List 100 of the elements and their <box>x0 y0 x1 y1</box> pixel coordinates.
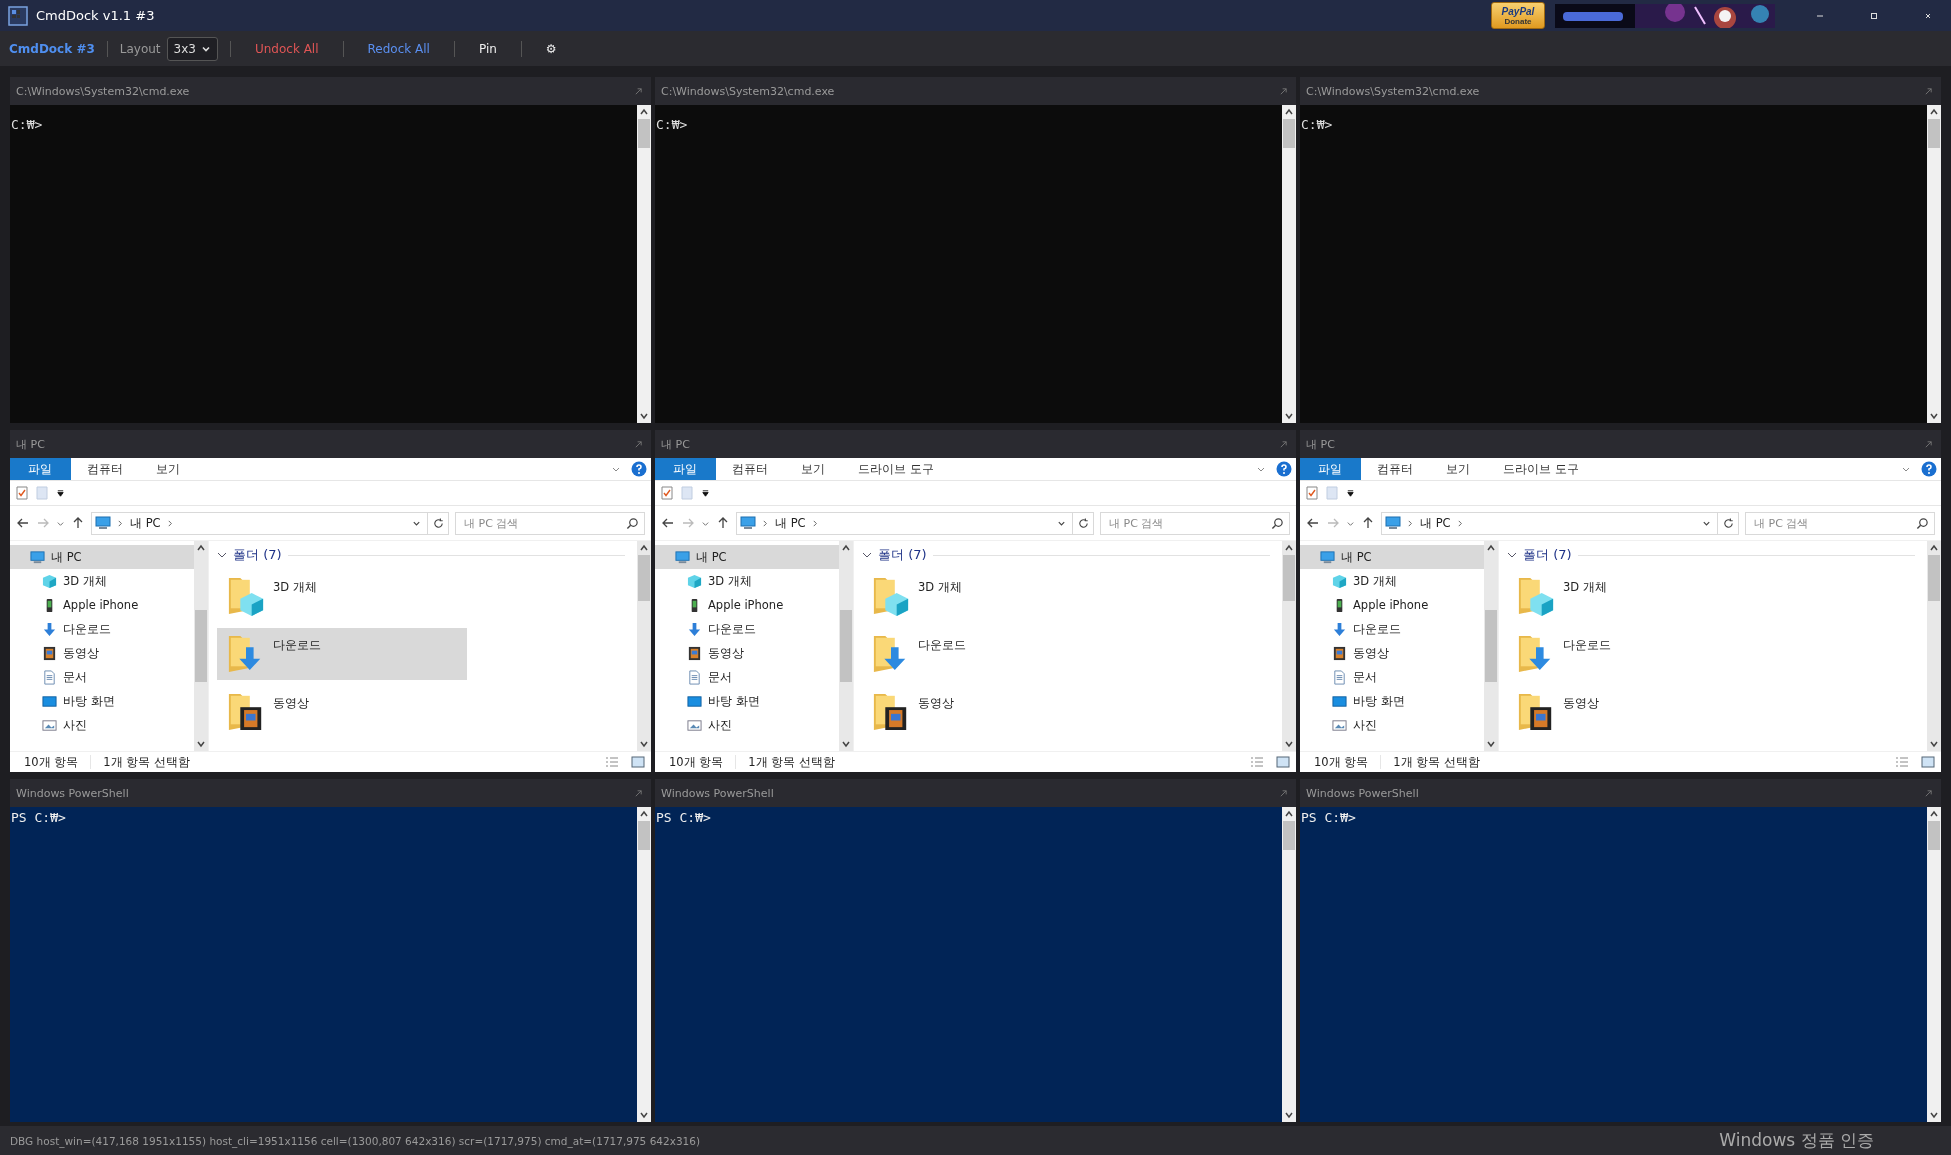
scrollbar[interactable] <box>1927 105 1941 423</box>
scrollbar-thumb[interactable] <box>1928 821 1940 850</box>
nav-tree-item[interactable]: 다운로드 <box>10 617 194 641</box>
ribbon-tab[interactable]: 드라이브 도구 <box>842 458 951 480</box>
up-arrow-icon[interactable] <box>71 516 85 530</box>
undock-arrow-icon[interactable] <box>1279 439 1288 449</box>
folder-item[interactable]: 동영상 <box>862 686 1112 738</box>
back-arrow-icon[interactable] <box>661 516 675 530</box>
address-bar[interactable]: 내 PC <box>1381 511 1739 535</box>
ribbon-tab[interactable]: 파일 <box>10 458 71 480</box>
address-bar[interactable]: 내 PC <box>736 511 1094 535</box>
scrollbar[interactable] <box>1282 807 1296 1122</box>
large-icons-view-icon[interactable] <box>1276 756 1290 768</box>
path-segment[interactable]: 내 PC <box>1420 515 1451 531</box>
nav-tree-item[interactable]: 다운로드 <box>1300 617 1484 641</box>
toolbar-button[interactable]: Redock All <box>355 37 442 60</box>
nav-tree-item[interactable]: 내 PC <box>1300 545 1484 569</box>
scrollbar-thumb[interactable] <box>195 609 207 683</box>
path-segment[interactable]: 내 PC <box>130 515 161 531</box>
back-arrow-icon[interactable] <box>1306 516 1320 530</box>
scrollbar-thumb[interactable] <box>1283 555 1295 601</box>
large-icons-view-icon[interactable] <box>1921 756 1935 768</box>
terminal-screen[interactable]: PS C:₩> <box>1300 807 1941 1122</box>
nav-tree-item[interactable]: 동영상 <box>1300 641 1484 665</box>
collapse-chevron-icon[interactable] <box>862 550 872 560</box>
scrollbar[interactable] <box>1927 541 1941 751</box>
nav-tree-item[interactable]: 내 PC <box>655 545 839 569</box>
undock-arrow-icon[interactable] <box>634 788 643 798</box>
folder-item[interactable]: 다운로드 <box>862 628 1112 680</box>
path-segment[interactable]: 내 PC <box>775 515 806 531</box>
checklist-icon[interactable] <box>661 486 673 500</box>
address-bar[interactable]: 내 PC <box>91 511 449 535</box>
forward-arrow-icon[interactable] <box>681 516 695 530</box>
folder-item[interactable]: 3D 개체 <box>862 570 1112 622</box>
nav-tree-item[interactable]: 바탕 화면 <box>10 689 194 713</box>
collapse-chevron-icon[interactable] <box>217 550 227 560</box>
undock-arrow-icon[interactable] <box>1924 439 1933 449</box>
nav-tree-item[interactable]: 내 PC <box>10 545 194 569</box>
undock-arrow-icon[interactable] <box>634 86 643 96</box>
nav-tree-item[interactable]: Apple iPhone <box>1300 593 1484 617</box>
nav-tree-item[interactable]: 3D 개체 <box>1300 569 1484 593</box>
ribbon-tab[interactable]: 드라이브 도구 <box>1487 458 1596 480</box>
folder-item[interactable]: 다운로드 <box>1507 628 1757 680</box>
nav-tree-item[interactable]: 3D 개체 <box>10 569 194 593</box>
nav-tree-item[interactable]: 문서 <box>655 665 839 689</box>
forward-arrow-icon[interactable] <box>36 516 50 530</box>
nav-tree-item[interactable]: Apple iPhone <box>655 593 839 617</box>
dropdown-arrow-icon[interactable] <box>701 488 710 498</box>
terminal-screen[interactable]: C:₩> <box>10 105 651 423</box>
nav-tree-item[interactable]: 동영상 <box>10 641 194 665</box>
undock-arrow-icon[interactable] <box>1279 788 1288 798</box>
ribbon-tab[interactable]: 컴퓨터 <box>1361 458 1430 480</box>
scrollbar[interactable] <box>637 105 651 423</box>
scrollbar[interactable] <box>1927 807 1941 1122</box>
ribbon-tab[interactable]: 보기 <box>1430 458 1487 480</box>
scrollbar-thumb[interactable] <box>840 609 852 683</box>
scrollbar[interactable] <box>839 541 853 751</box>
toolbar-button[interactable]: ⚙ <box>533 37 569 60</box>
scrollbar-thumb[interactable] <box>1928 119 1940 148</box>
terminal-screen[interactable]: C:₩> <box>655 105 1296 423</box>
undock-arrow-icon[interactable] <box>1279 86 1288 96</box>
ribbon-tab[interactable]: 파일 <box>1300 458 1361 480</box>
nav-tree-item[interactable]: 바탕 화면 <box>655 689 839 713</box>
nav-tree-item[interactable]: 사진 <box>655 713 839 737</box>
terminal-screen[interactable]: PS C:₩> <box>655 807 1296 1122</box>
help-icon[interactable] <box>631 461 647 477</box>
toolbar-button[interactable]: Undock All <box>242 37 331 60</box>
undock-arrow-icon[interactable] <box>1924 86 1933 96</box>
help-icon[interactable] <box>1921 461 1937 477</box>
scrollbar[interactable] <box>1484 541 1498 751</box>
undock-arrow-icon[interactable] <box>1924 788 1933 798</box>
nav-tree-item[interactable]: 문서 <box>10 665 194 689</box>
ribbon-tab[interactable]: 보기 <box>140 458 197 480</box>
terminal-screen[interactable]: PS C:₩> <box>10 807 651 1122</box>
ribbon-tab[interactable]: 컴퓨터 <box>716 458 785 480</box>
scrollbar-thumb[interactable] <box>638 119 650 148</box>
scrollbar-thumb[interactable] <box>638 555 650 601</box>
scrollbar[interactable] <box>1282 105 1296 423</box>
back-arrow-icon[interactable] <box>16 516 30 530</box>
scrollbar[interactable] <box>194 541 208 751</box>
folder-item[interactable]: 동영상 <box>1507 686 1757 738</box>
nav-tree-item[interactable]: Apple iPhone <box>10 593 194 617</box>
dropdown-arrow-icon[interactable] <box>56 488 65 498</box>
search-field[interactable]: 내 PC 검색 <box>455 511 645 535</box>
scrollbar[interactable] <box>1282 541 1296 751</box>
checklist-icon[interactable] <box>16 486 28 500</box>
terminal-screen[interactable]: C:₩> <box>1300 105 1941 423</box>
nav-tree-item[interactable]: 사진 <box>10 713 194 737</box>
nav-tree-item[interactable]: 문서 <box>1300 665 1484 689</box>
nav-tree-item[interactable]: 동영상 <box>655 641 839 665</box>
scrollbar-thumb[interactable] <box>638 821 650 850</box>
ribbon-tab[interactable]: 파일 <box>655 458 716 480</box>
scrollbar[interactable] <box>637 541 651 751</box>
undock-arrow-icon[interactable] <box>634 439 643 449</box>
forward-arrow-icon[interactable] <box>1326 516 1340 530</box>
large-icons-view-icon[interactable] <box>631 756 645 768</box>
scrollbar-thumb[interactable] <box>1283 119 1295 148</box>
nav-tree-item[interactable]: 다운로드 <box>655 617 839 641</box>
scrollbar-thumb[interactable] <box>1283 821 1295 850</box>
checklist-icon[interactable] <box>1306 486 1318 500</box>
